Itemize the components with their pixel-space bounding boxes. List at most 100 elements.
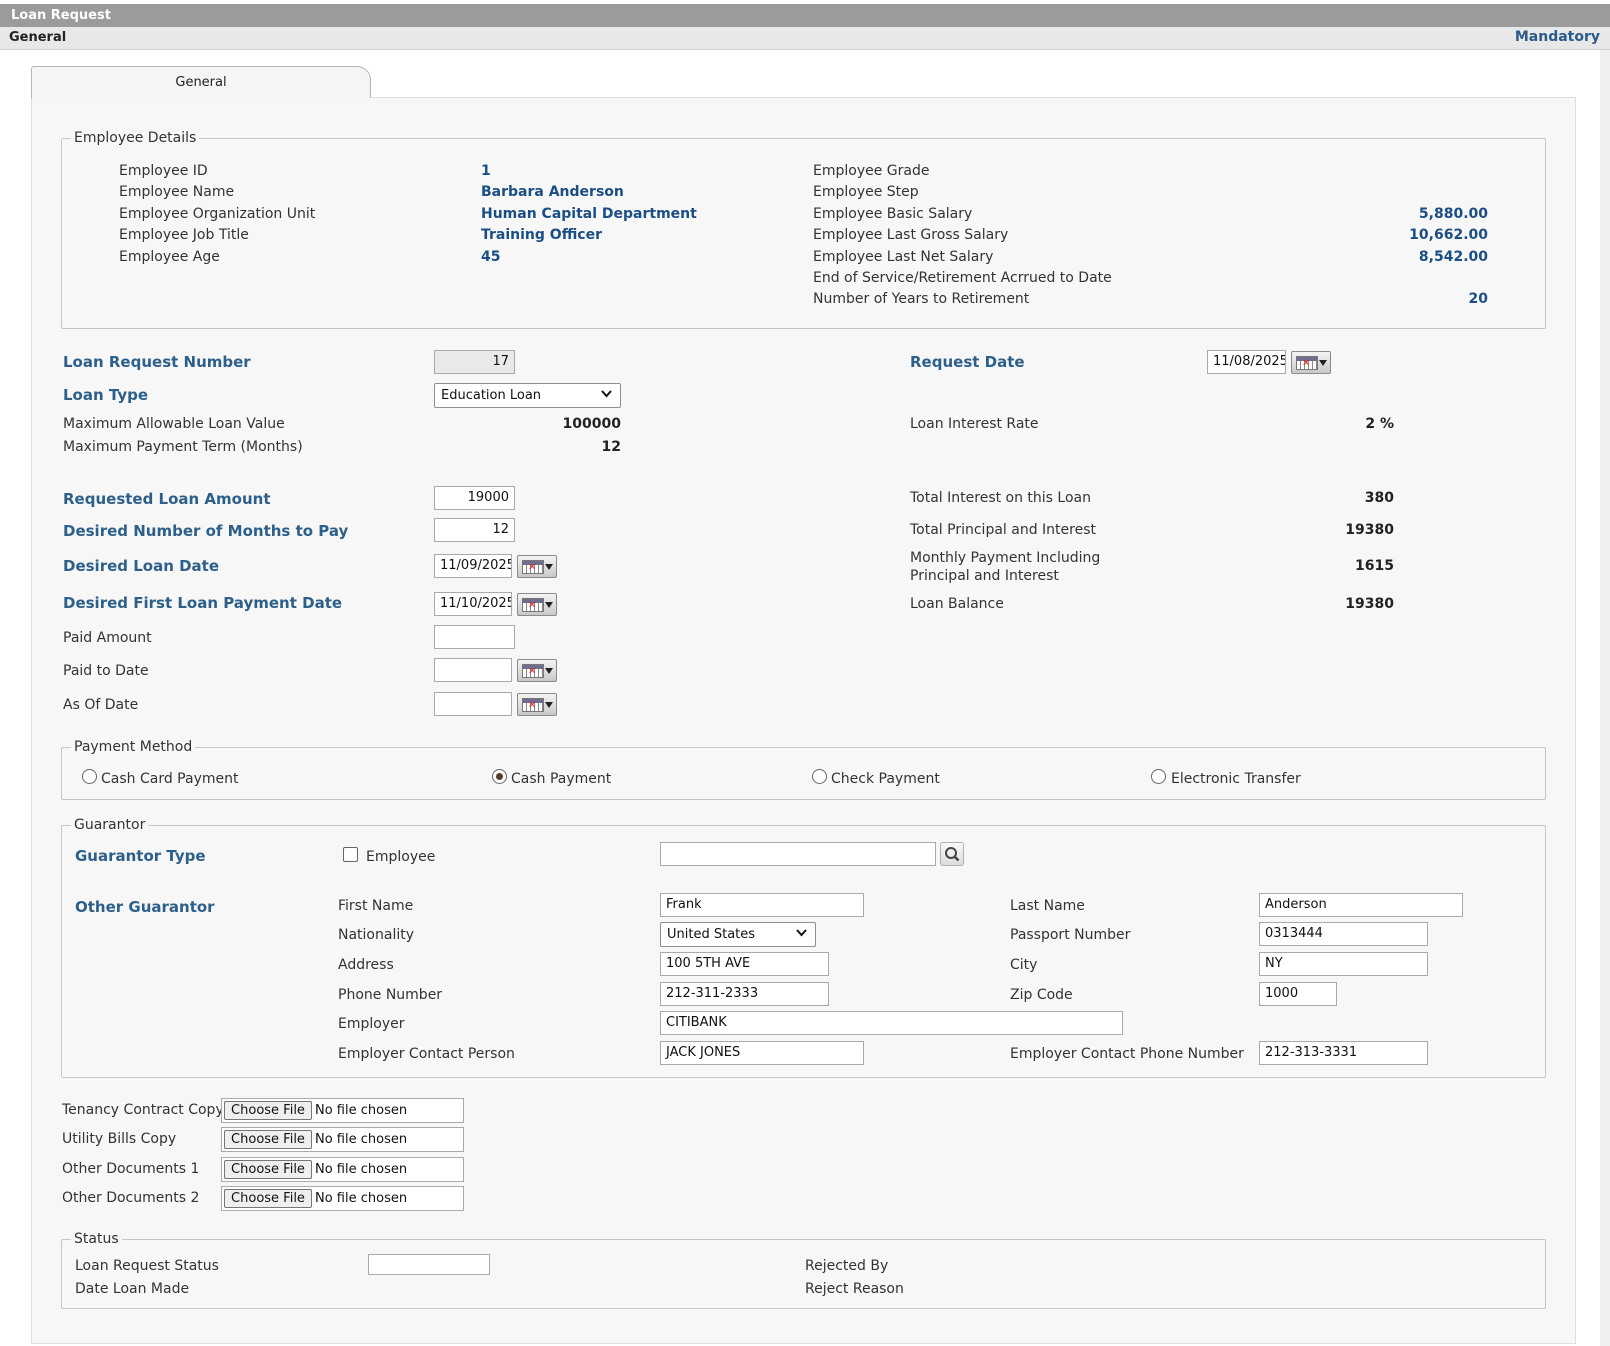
- choose-file-button[interactable]: Choose File: [224, 1189, 312, 1208]
- guarantor-type-label: Guarantor Type: [75, 847, 206, 865]
- paid-amount-label: Paid Amount: [63, 630, 152, 646]
- guarantor-employer-field[interactable]: CITIBANK: [660, 1011, 1123, 1035]
- guarantor-phone-field[interactable]: 212-311-2333: [660, 982, 829, 1006]
- loan-request-status-label: Loan Request Status: [75, 1258, 219, 1274]
- check-payment-label[interactable]: Check Payment: [831, 771, 940, 787]
- first-payment-date-label: Desired First Loan Payment Date: [63, 594, 343, 612]
- guarantor-passport-field[interactable]: 0313444: [1259, 922, 1428, 946]
- first-payment-date-calendar-button[interactable]: ✕: [517, 593, 557, 616]
- guarantor-nationality-select[interactable]: United States: [660, 922, 816, 947]
- guarantor-employee-label[interactable]: Employee: [366, 849, 435, 865]
- utility-bills-file-input[interactable]: Choose File No file chosen: [221, 1127, 464, 1152]
- employee-name-label: Employee Name: [119, 184, 235, 200]
- choose-file-button[interactable]: Choose File: [224, 1160, 312, 1179]
- request-date-calendar-button[interactable]: ✕: [1291, 351, 1331, 374]
- monthly-payment-value: 1615: [1355, 558, 1394, 574]
- tenancy-contract-file-input[interactable]: Choose File No file chosen: [221, 1098, 464, 1123]
- loan-balance-value: 19380: [1345, 596, 1394, 612]
- mandatory-link[interactable]: Mandatory: [1515, 29, 1600, 45]
- employee-name-value: Barbara Anderson: [481, 184, 624, 200]
- employee-step-label: Employee Step: [813, 184, 919, 200]
- max-allowable-label: Maximum Allowable Loan Value: [63, 416, 285, 432]
- check-payment-radio[interactable]: [812, 769, 827, 784]
- first-payment-date-field[interactable]: 11/10/2025: [434, 592, 512, 616]
- guarantor-zip-label: Zip Code: [1010, 987, 1073, 1003]
- loan-request-number-label: Loan Request Number: [63, 353, 251, 371]
- loan-date-field[interactable]: 11/09/2025: [434, 554, 512, 578]
- loan-date-calendar-button[interactable]: ✕: [517, 555, 557, 578]
- guarantor-search-button[interactable]: [940, 842, 964, 866]
- max-term-value: 12: [601, 439, 621, 455]
- loan-date-label: Desired Loan Date: [63, 557, 220, 575]
- employee-id-value: 1: [481, 163, 491, 179]
- paid-to-date-label: Paid to Date: [63, 663, 149, 679]
- request-date-field[interactable]: 11/08/2025: [1207, 350, 1286, 374]
- requested-amount-label: Requested Loan Amount: [63, 490, 271, 508]
- utility-bills-label: Utility Bills Copy: [62, 1131, 177, 1147]
- tab-general[interactable]: General: [31, 66, 371, 98]
- employee-net-salary-value: 8,542.00: [1418, 249, 1488, 265]
- payment-method-legend: Payment Method: [71, 739, 196, 755]
- interest-rate-value: 2 %: [1365, 416, 1394, 432]
- total-interest-value: 380: [1364, 490, 1394, 506]
- cash-card-payment-radio[interactable]: [82, 769, 97, 784]
- employee-gross-salary-label: Employee Last Gross Salary: [813, 227, 1009, 243]
- employee-gross-salary-value: 10,662.00: [1409, 227, 1488, 243]
- cash-card-payment-label[interactable]: Cash Card Payment: [101, 771, 238, 787]
- guarantor-employee-checkbox[interactable]: [343, 847, 358, 862]
- paid-amount-field[interactable]: [434, 625, 515, 649]
- employee-id-label: Employee ID: [119, 163, 208, 179]
- monthly-payment-label-line2: Principal and Interest: [910, 568, 1059, 584]
- guarantor-employee-search-input[interactable]: [660, 842, 936, 866]
- cash-payment-label[interactable]: Cash Payment: [511, 771, 611, 787]
- other-guarantor-label: Other Guarantor: [75, 898, 215, 916]
- status-fieldset: [61, 1239, 1546, 1309]
- choose-file-button[interactable]: Choose File: [224, 1101, 312, 1120]
- guarantor-employer-phone-label: Employer Contact Phone Number: [1010, 1046, 1244, 1062]
- rejected-by-label: Rejected By: [805, 1258, 889, 1274]
- file-status: No file chosen: [315, 1162, 408, 1177]
- employee-org-unit-value: Human Capital Department: [481, 206, 697, 222]
- guarantor-employer-phone-field[interactable]: 212-313-3331: [1259, 1041, 1428, 1065]
- requested-amount-field[interactable]: 19000: [434, 486, 515, 510]
- other-documents-1-label: Other Documents 1: [62, 1161, 200, 1177]
- guarantor-zip-field[interactable]: 1000: [1259, 982, 1337, 1006]
- loan-type-select[interactable]: Education Loan: [434, 383, 621, 408]
- chevron-down-icon: [796, 929, 807, 937]
- other-documents-1-file-input[interactable]: Choose File No file chosen: [221, 1157, 464, 1182]
- loan-request-number-field: 17: [434, 350, 515, 374]
- paid-to-date-calendar-button[interactable]: ✕: [517, 659, 557, 682]
- section-bar: General Mandatory: [0, 27, 1610, 50]
- cash-payment-radio[interactable]: [492, 769, 507, 784]
- section-title: General: [9, 30, 67, 45]
- status-legend: Status: [71, 1231, 122, 1247]
- guarantor-employer-contact-field[interactable]: JACK JONES: [660, 1041, 864, 1065]
- date-loan-made-label: Date Loan Made: [75, 1281, 190, 1297]
- paid-to-date-field[interactable]: [434, 658, 512, 682]
- months-to-pay-field[interactable]: 12: [434, 518, 515, 542]
- guarantor-employer-label: Employer: [338, 1016, 405, 1032]
- guarantor-address-field[interactable]: 100 5TH AVE: [660, 952, 829, 976]
- as-of-date-field[interactable]: [434, 692, 512, 716]
- guarantor-passport-label: Passport Number: [1010, 927, 1131, 943]
- loan-balance-label: Loan Balance: [910, 596, 1004, 612]
- guarantor-city-field[interactable]: NY: [1259, 952, 1428, 976]
- guarantor-first-name-field[interactable]: Frank: [660, 893, 864, 917]
- max-allowable-value: 100000: [562, 416, 621, 432]
- file-status: No file chosen: [315, 1132, 408, 1147]
- choose-file-button[interactable]: Choose File: [224, 1130, 312, 1149]
- electronic-transfer-label[interactable]: Electronic Transfer: [1171, 771, 1301, 787]
- other-documents-2-file-input[interactable]: Choose File No file chosen: [221, 1186, 464, 1211]
- loan-request-status-field[interactable]: [368, 1254, 490, 1275]
- guarantor-nationality-selected: United States: [667, 927, 756, 942]
- as-of-date-calendar-button[interactable]: ✕: [517, 693, 557, 716]
- window-title: Loan Request: [11, 8, 111, 23]
- electronic-transfer-radio[interactable]: [1151, 769, 1166, 784]
- guarantor-address-label: Address: [338, 957, 394, 973]
- guarantor-last-name-field[interactable]: Anderson: [1259, 893, 1463, 917]
- payment-method-fieldset: [61, 747, 1546, 800]
- interest-rate-label: Loan Interest Rate: [910, 416, 1039, 432]
- guarantor-last-name-label: Last Name: [1010, 898, 1085, 914]
- page-scrollbar[interactable]: [1600, 50, 1610, 1346]
- guarantor-phone-label: Phone Number: [338, 987, 443, 1003]
